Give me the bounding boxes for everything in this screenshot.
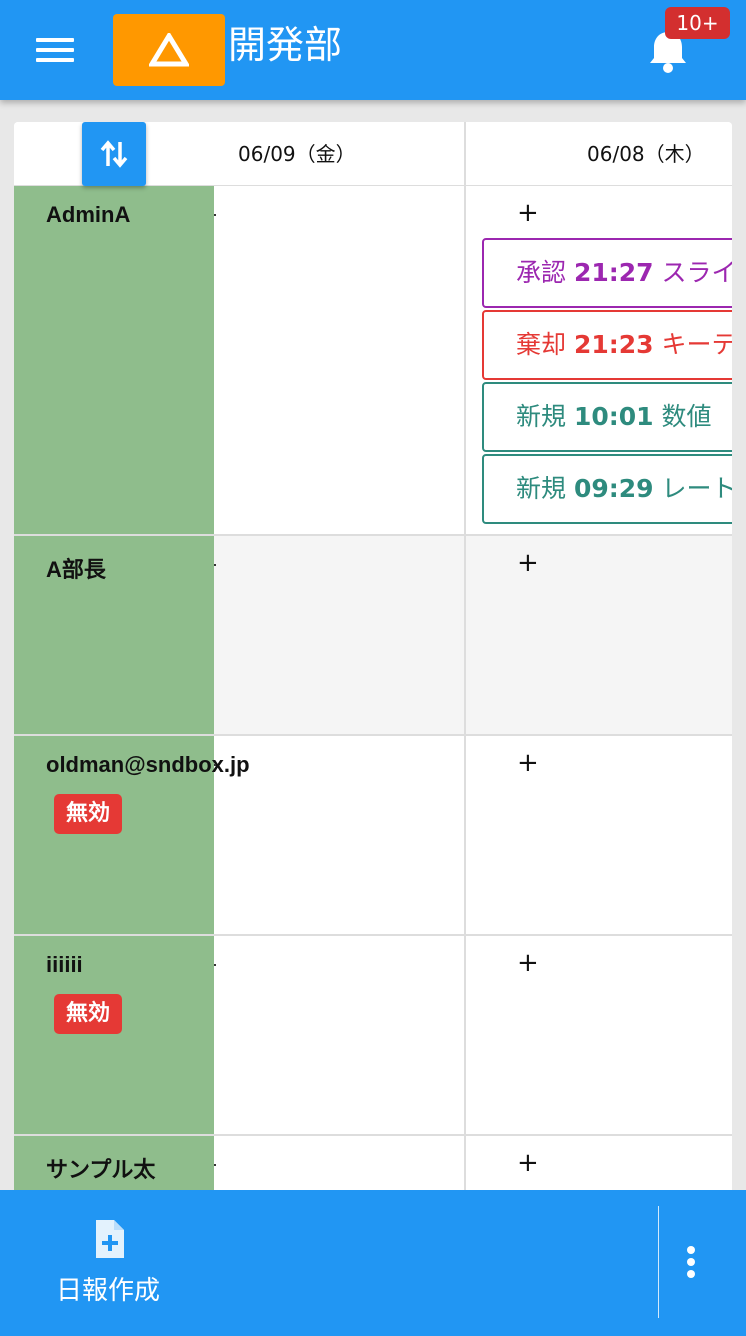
- report-grid: 06/09（金） 06/08（木） AdminA + 承認 21:27 スライ …: [14, 122, 732, 1202]
- inactive-badge: 無効: [54, 994, 123, 1034]
- report-title: 数値: [661, 402, 712, 431]
- inactive-badge: 無効: [54, 794, 123, 834]
- report-title: キーテ: [661, 330, 733, 359]
- report-type: 棄却: [516, 330, 567, 359]
- cell-marker: [214, 214, 216, 216]
- user-row: A部長 +: [14, 536, 732, 736]
- report-type: 新規: [516, 474, 567, 503]
- column-divider: [464, 122, 466, 1202]
- more-vertical-icon[interactable]: [678, 1242, 706, 1282]
- user-name: iiiiii: [46, 952, 83, 977]
- add-document-icon: [96, 1220, 124, 1258]
- column-header-0608: 06/08（木）: [466, 122, 732, 186]
- report-item[interactable]: 棄却 21:23 キーテ: [482, 310, 732, 380]
- add-report-button[interactable]: +: [517, 1148, 539, 1178]
- sort-arrows-icon: [100, 140, 128, 168]
- user-name: oldman@sndbox.jp: [46, 752, 250, 777]
- report-item[interactable]: 新規 10:01 数値: [482, 382, 732, 452]
- add-report-button[interactable]: +: [517, 948, 539, 978]
- user-name: サンプル太: [46, 1157, 156, 1182]
- cell-marker: [214, 964, 216, 966]
- user-name: A部長: [46, 557, 106, 582]
- report-item[interactable]: 新規 09:29 レート: [482, 454, 732, 524]
- report-type: 承認: [516, 258, 567, 287]
- add-report-button[interactable]: +: [517, 548, 539, 578]
- report-time: 21:27: [573, 258, 654, 287]
- create-report-label: 日報作成: [56, 1276, 161, 1306]
- cell-marker: [214, 564, 216, 566]
- report-time: 10:01: [573, 402, 654, 431]
- user-cell: [14, 186, 214, 534]
- create-report-button[interactable]: 日報作成: [40, 1212, 180, 1312]
- report-time: 21:23: [573, 330, 654, 359]
- report-time: 09:29: [573, 474, 654, 503]
- add-report-button[interactable]: +: [517, 748, 539, 778]
- user-name: AdminA: [46, 202, 131, 227]
- user-row: AdminA + 承認 21:27 スライ 棄却 21:23 キーテ 新規 10…: [14, 186, 732, 536]
- date-label: 06/09（金）: [238, 142, 356, 166]
- cell-marker: [214, 764, 216, 766]
- user-cell: [14, 536, 214, 734]
- bottom-bar: 日報作成: [0, 1190, 746, 1336]
- add-report-button[interactable]: +: [517, 198, 539, 228]
- divider: [658, 1206, 659, 1318]
- user-row: oldman@sndbox.jp 無効 +: [14, 736, 732, 936]
- app-bar: 開発部 10+: [0, 0, 746, 100]
- cell-marker: [214, 1164, 216, 1166]
- warning-triangle-logo[interactable]: [113, 14, 225, 86]
- report-title: スライ: [661, 258, 733, 287]
- user-cell: [14, 936, 214, 1134]
- user-row: iiiiii 無効 +: [14, 936, 732, 1136]
- report-title: レート: [661, 474, 733, 503]
- page-title: 開発部: [228, 23, 343, 67]
- notification-badge: 10+: [665, 7, 730, 39]
- report-item[interactable]: 承認 21:27 スライ: [482, 238, 732, 308]
- date-label: 06/08（木）: [587, 142, 705, 166]
- report-type: 新規: [516, 402, 567, 431]
- sort-toggle-button[interactable]: [82, 122, 146, 186]
- menu-icon[interactable]: [36, 36, 74, 64]
